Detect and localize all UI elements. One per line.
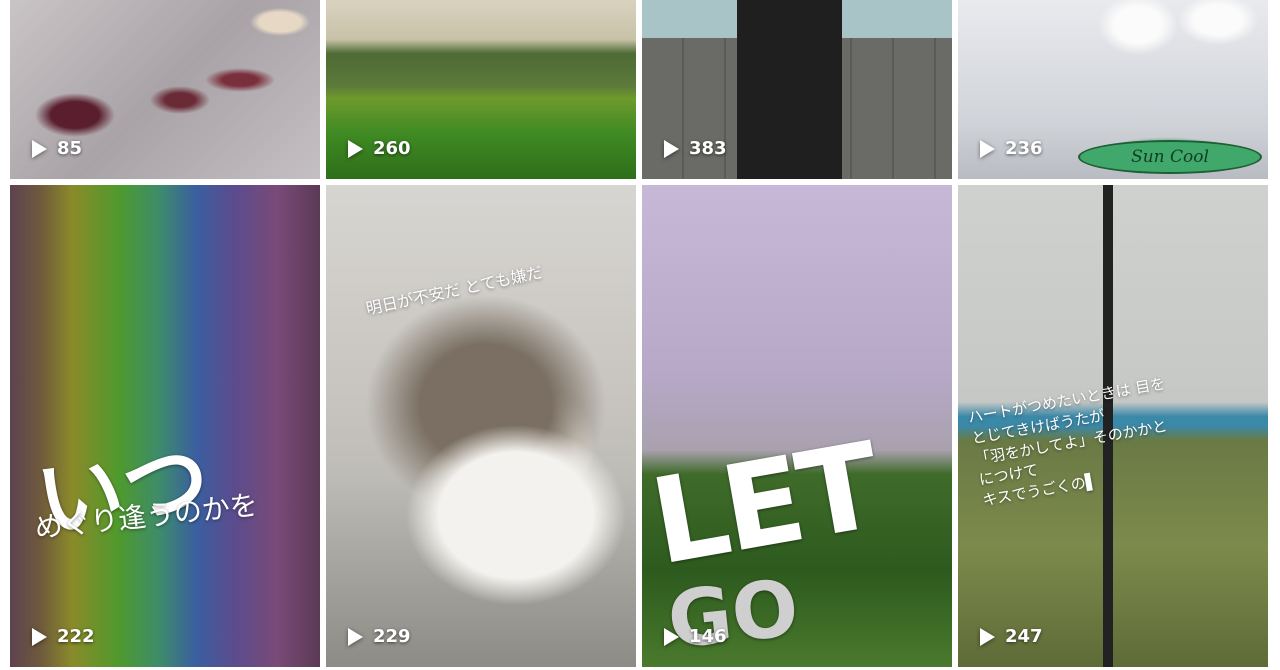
brand-logo: Sun Cool <box>1078 140 1262 174</box>
view-count-value: 236 <box>1005 138 1043 159</box>
overlay-title: LET <box>642 416 887 592</box>
video-tile-8[interactable]: ハートがつめたいときは 目を とじてきけばうたが 「羽をかしてよ」そのかかと に… <box>958 185 1268 667</box>
play-icon <box>664 139 679 158</box>
view-count: 222 <box>32 626 95 647</box>
view-count: 229 <box>348 626 411 647</box>
video-tile-5[interactable]: いつ めぐり逢うのかを 222 <box>10 185 320 667</box>
view-count-value: 383 <box>689 138 727 159</box>
overlay-caption: 明日が不安だ とても嫌だ <box>364 262 545 319</box>
play-icon <box>348 627 363 646</box>
view-count: 260 <box>348 138 411 159</box>
play-icon <box>664 627 679 646</box>
view-count-value: 85 <box>57 138 83 159</box>
view-count: 146 <box>664 626 727 647</box>
video-tile-6[interactable]: 明日が不安だ とても嫌だ 229 <box>326 185 636 667</box>
play-icon <box>980 139 995 158</box>
video-tile-4[interactable]: Sun Cool 236 <box>958 0 1268 179</box>
play-icon <box>980 627 995 646</box>
video-tile-1[interactable]: 85 <box>10 0 320 179</box>
view-count-value: 146 <box>689 626 727 647</box>
video-tile-3[interactable]: 383 <box>642 0 952 179</box>
view-count: 85 <box>32 138 82 159</box>
video-grid: 85 260 383 Sun Cool 236 いつ めぐり逢うのかを 222 … <box>0 0 1280 670</box>
play-icon <box>32 627 47 646</box>
play-icon <box>32 139 47 158</box>
view-count-value: 229 <box>373 626 411 647</box>
view-count: 247 <box>980 626 1043 647</box>
view-count: 236 <box>980 138 1043 159</box>
view-count-value: 247 <box>1005 626 1043 647</box>
view-count-value: 260 <box>373 138 411 159</box>
view-count: 383 <box>664 138 727 159</box>
video-tile-7[interactable]: LET GO 146 <box>642 185 952 667</box>
overlay-subtitle: GO <box>663 563 803 667</box>
view-count-value: 222 <box>57 626 95 647</box>
play-icon <box>348 139 363 158</box>
overlay-lyrics: ハートがつめたいときは 目を とじてきけばうたが 「羽をかしてよ」そのかかと に… <box>966 373 1181 511</box>
video-tile-2[interactable]: 260 <box>326 0 636 179</box>
